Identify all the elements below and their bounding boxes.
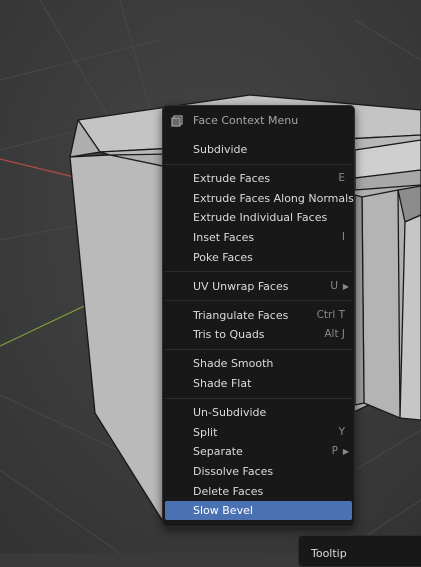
menu-item-shortcut: U [330, 279, 338, 292]
submenu-arrow-icon: ▶ [342, 447, 349, 457]
menu-item-label: Extrude Faces Along Normals [193, 191, 354, 205]
menu-item-label: Tris to Quads [193, 328, 265, 342]
menu-item-subdivide[interactable]: Subdivide [165, 140, 352, 159]
menu-item-shade-flat[interactable]: Shade Flat [165, 374, 352, 393]
menu-title-text: Face Context Menu [193, 114, 299, 127]
menu-item-shortcut: Y [338, 425, 345, 438]
menu-item-label: Triangulate Faces [193, 308, 289, 322]
menu-separator [165, 397, 352, 399]
submenu-arrow-icon: ▶ [342, 281, 349, 291]
tooltip: Tooltip [298, 535, 421, 567]
face-context-icon [171, 115, 183, 127]
menu-item-shortcut: I [341, 230, 345, 243]
menu-item-shortcut: P [331, 445, 338, 458]
menu-item-label: Subdivide [193, 143, 248, 156]
tooltip-text: Tooltip [311, 547, 347, 560]
menu-item-dissolve-faces[interactable]: Dissolve Faces [165, 462, 352, 481]
menu-item-label: Slow Bevel [193, 504, 253, 518]
menu-title: Face Context Menu [163, 112, 354, 130]
menu-item-extrude-faces[interactable]: Extrude Faces E [165, 169, 352, 188]
menu-item-separate[interactable]: Separate P ▶ [165, 442, 352, 461]
menu-separator [165, 271, 352, 273]
menu-item-label: Poke Faces [193, 250, 253, 264]
menu-item-label: UV Unwrap Faces [193, 279, 289, 293]
menu-item-un-subdivide[interactable]: Un-Subdivide [165, 403, 352, 422]
menu-item-label: Shade Flat [193, 377, 252, 390]
menu-item-triangulate-faces[interactable]: Triangulate Faces Ctrl T [165, 306, 352, 325]
menu-item-label: Extrude Faces [193, 172, 271, 186]
menu-item-label: Extrude Individual Faces [193, 211, 328, 225]
menu-item-shade-smooth[interactable]: Shade Smooth [165, 354, 352, 373]
menu-separator [165, 300, 352, 302]
menu-item-tris-to-quads[interactable]: Tris to Quads Alt J [165, 325, 352, 344]
menu-item-label: Dissolve Faces [193, 464, 274, 478]
menu-item-split[interactable]: Split Y [165, 423, 352, 442]
menu-item-poke-faces[interactable]: Poke Faces [165, 248, 352, 267]
menu-item-label: Delete Faces [193, 484, 264, 498]
menu-item-inset-faces[interactable]: Inset Faces I [165, 228, 352, 247]
menu-item-delete-faces[interactable]: Delete Faces [165, 482, 352, 501]
menu-separator [165, 348, 352, 350]
menu-item-shortcut: E [338, 172, 345, 185]
menu-item-label: Inset Faces [193, 230, 255, 244]
menu-item-extrude-individual-faces[interactable]: Extrude Individual Faces [165, 208, 352, 227]
menu-item-label: Separate [193, 445, 243, 459]
menu-item-label: Shade Smooth [193, 357, 274, 371]
menu-item-label: Split [193, 425, 218, 439]
menu-item-uv-unwrap-faces[interactable]: UV Unwrap Faces U ▶ [165, 277, 352, 296]
menu-separator [165, 163, 352, 165]
menu-item-label: Un-Subdivide [193, 406, 267, 420]
face-context-menu: Face Context Menu Subdivide Extrude Faces… [162, 105, 355, 527]
menu-item-shortcut: Ctrl T [316, 308, 345, 321]
menu-item-extrude-faces-along-normals[interactable]: Extrude Faces Along Normals [165, 189, 354, 208]
menu-item-slow-bevel[interactable]: Slow Bevel [165, 501, 352, 521]
menu-item-shortcut: Alt J [324, 328, 345, 341]
